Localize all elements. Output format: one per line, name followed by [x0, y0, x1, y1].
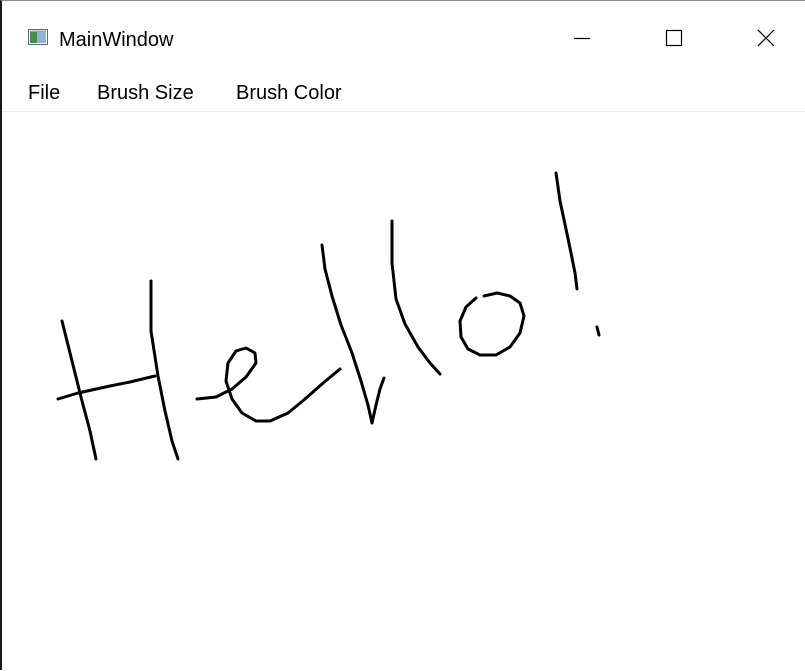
main-window: MainWindow File Brush Size Brush Color	[0, 0, 805, 670]
ink-stroke-l2	[390, 219, 442, 376]
ink-stroke-exclamation	[554, 171, 579, 291]
ink-stroke-h-crossbar	[56, 374, 157, 401]
ink-stroke-h-right	[149, 279, 180, 461]
ink-stroke-e	[195, 346, 342, 423]
ink-stroke-l1	[320, 243, 386, 425]
ink-dot-exclamation	[595, 325, 601, 337]
ink-drawing	[56, 171, 601, 461]
drawing-canvas[interactable]	[2, 112, 805, 670]
ink-stroke-o	[458, 291, 526, 357]
